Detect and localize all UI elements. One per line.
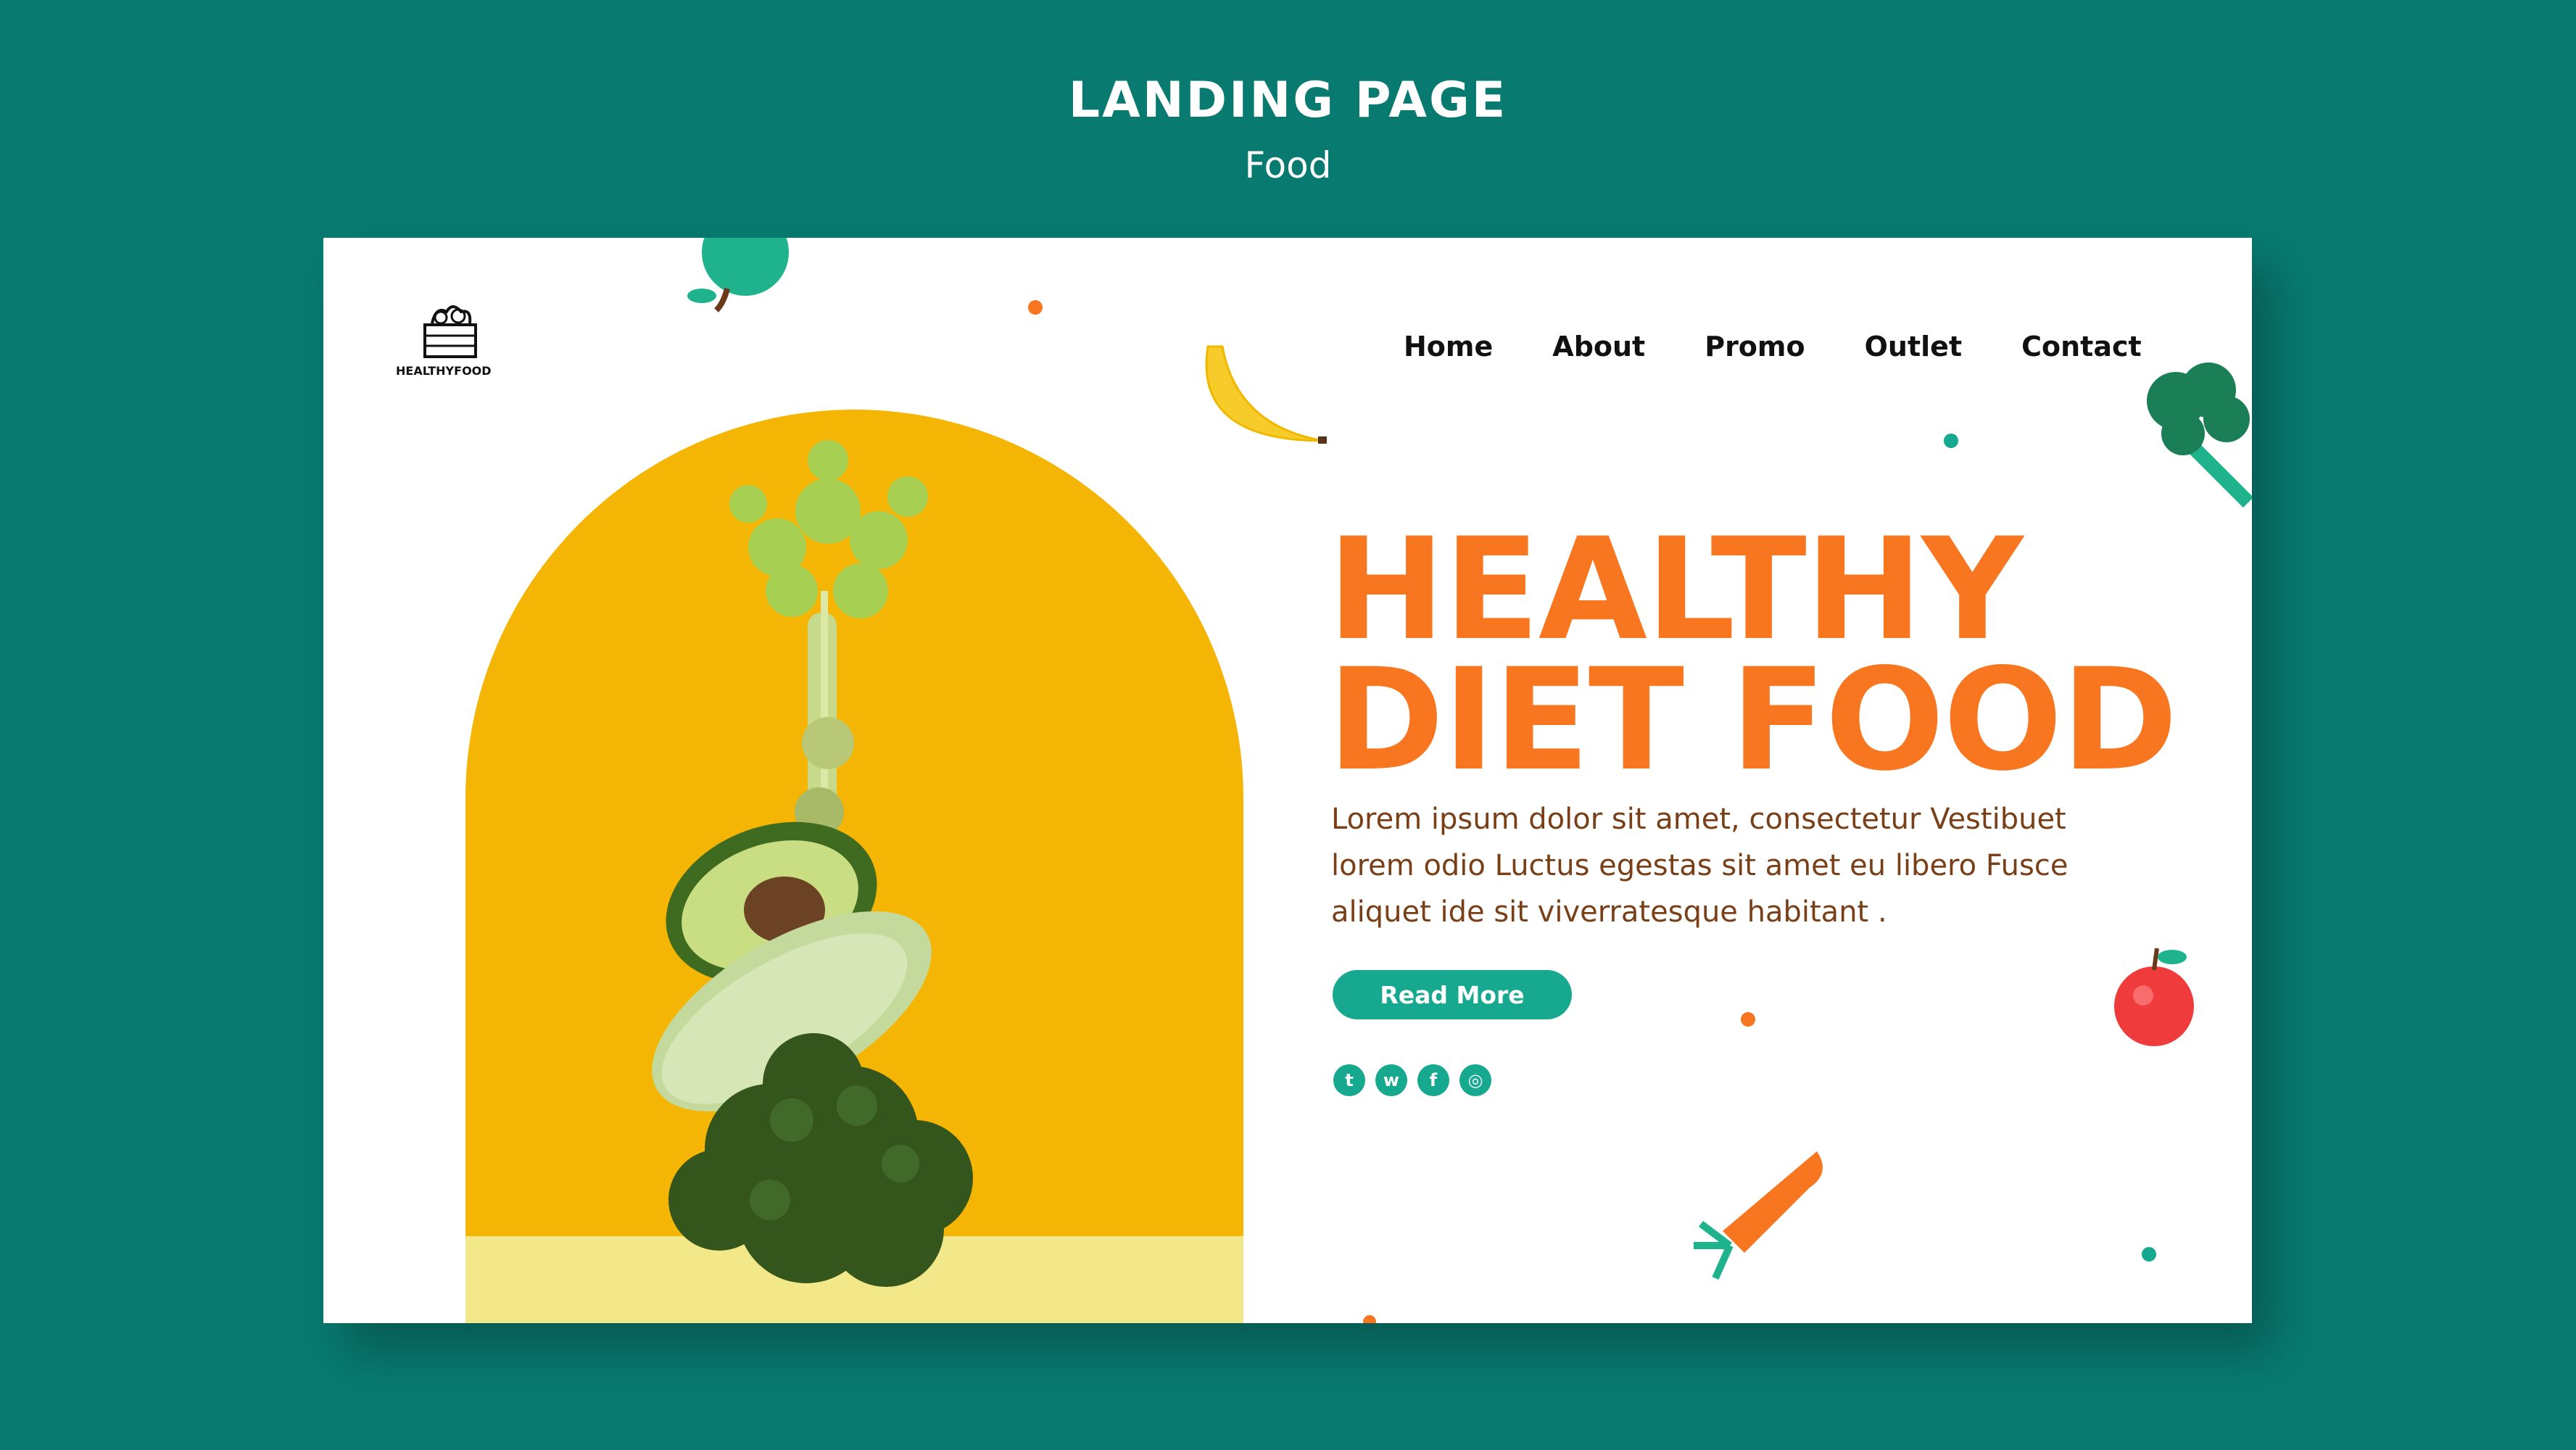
main-nav: Home About Promo Outlet Contact [1404, 331, 2142, 362]
orange-dot [1028, 300, 1043, 315]
banana-icon [1205, 345, 1327, 444]
apple-icon [687, 238, 789, 312]
orange-dot [1741, 1012, 1755, 1027]
page-title: LANDING PAGE [1068, 72, 1508, 129]
brand-name: HEALTHYFOOD [396, 364, 492, 378]
headline-line-2: DIET FOOD [1328, 638, 2178, 803]
instagram-icon[interactable]: ◎ [1459, 1064, 1491, 1096]
teal-dot [2142, 1247, 2156, 1262]
nav-promo[interactable]: Promo [1705, 331, 1805, 362]
social-links: t w f ◎ [1333, 1064, 1491, 1096]
nav-home[interactable]: Home [1404, 331, 1493, 362]
nav-about[interactable]: About [1552, 331, 1645, 362]
nav-contact[interactable]: Contact [2021, 331, 2142, 362]
hero-headline: HEALTHY DIET FOOD [1328, 508, 2178, 803]
hero-description: Lorem ipsum dolor sit amet, consectetur … [1331, 803, 2068, 929]
orange-dot [1363, 1315, 1376, 1323]
carrot-icon [1694, 1151, 1823, 1280]
page-header: LANDING PAGE Food [0, 72, 2576, 186]
read-more-button[interactable]: Read More [1333, 970, 1572, 1019]
brand-logo[interactable]: HEALTHYFOOD [396, 296, 505, 378]
veggie-crate-icon [423, 305, 477, 358]
hero-image [465, 410, 1243, 1323]
nav-outlet[interactable]: Outlet [1865, 331, 1962, 362]
facebook-icon[interactable]: f [1417, 1064, 1449, 1096]
landing-card: HEALTHYFOOD Home About Promo Outlet Cont… [323, 238, 2252, 1323]
page-subtitle: Food [1244, 144, 1332, 186]
stacked-vegetables-photo [652, 440, 973, 1287]
twitter-icon[interactable]: t [1333, 1064, 1365, 1096]
headline-line-1: HEALTHY [1328, 508, 2024, 671]
red-apple-icon [2114, 948, 2194, 1046]
broccoli-icon [2147, 362, 2252, 508]
teal-dot [1944, 434, 1958, 448]
whatsapp-icon[interactable]: w [1375, 1064, 1407, 1096]
